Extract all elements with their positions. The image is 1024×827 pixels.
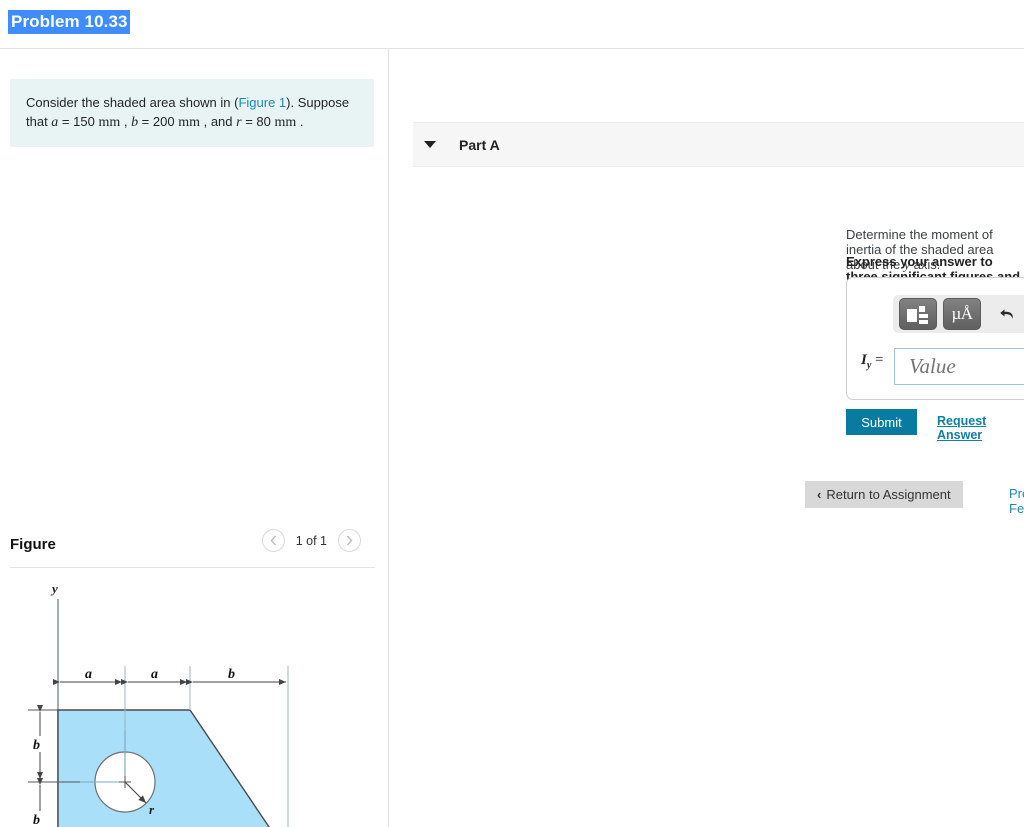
figure-next-button[interactable]: [338, 529, 361, 552]
value-a: = 150: [58, 114, 95, 129]
math-template-icon-num: [919, 314, 928, 318]
unit-r: mm: [274, 115, 297, 130]
answer-equals: =: [875, 352, 884, 368]
y-axis-label: y: [50, 581, 58, 596]
dim-label-b-topb: b: [228, 667, 235, 682]
title-bar: Problem 10.33: [0, 0, 1024, 48]
statement-text-1: Consider the shaded area shown in (: [26, 95, 239, 110]
answer-widget: µÅ ] ? Iy =: [846, 277, 1024, 400]
unit-a: mm: [98, 115, 121, 130]
undo-icon[interactable]: [999, 307, 1015, 321]
figure-pagination: 1 of 1: [261, 529, 361, 552]
variable-b: b: [131, 115, 139, 130]
figure-title: Figure: [10, 535, 56, 553]
value-b: = 200: [138, 114, 175, 129]
chevron-left-icon: [270, 535, 276, 546]
math-template-icon-sq: [919, 306, 925, 312]
problem-statement: Consider the shaded area shown in (Figur…: [10, 79, 374, 147]
figure-link[interactable]: Figure 1: [238, 95, 286, 110]
page-title: Problem 10.33: [8, 10, 130, 34]
answer-value-input[interactable]: [894, 348, 1024, 385]
statement-text-2: ). Suppose: [286, 95, 350, 110]
statement-text-3: that: [26, 114, 52, 129]
math-template-icon: [907, 309, 917, 322]
left-panel: Consider the shaded area shown in (Figur…: [0, 49, 389, 827]
part-a-label: Part A: [459, 136, 500, 153]
dim-label-b2: b: [33, 813, 40, 827]
request-answer-link[interactable]: Request Answer: [937, 414, 1024, 442]
dim-label-b1: b: [33, 738, 40, 753]
separator-1: ,: [120, 114, 132, 129]
figure-prev-button[interactable]: [261, 529, 285, 552]
statement-period: .: [296, 114, 304, 129]
figure-divider: [10, 567, 375, 568]
math-template-icon-den: [919, 320, 928, 324]
right-panel: Part A Determine the moment of inertia o…: [390, 49, 1024, 827]
shaded-trapezoid: [57, 709, 270, 827]
part-a-header[interactable]: Part A: [413, 122, 1024, 167]
answer-symbol-label: Iy =: [861, 352, 884, 371]
chevron-left-icon: ‹: [817, 487, 822, 502]
dim-label-a1b: a: [85, 667, 92, 682]
figure-header: Figure 1 of 1: [0, 519, 375, 569]
content-area: Consider the shaded area shown in (Figur…: [0, 48, 1024, 827]
units-button[interactable]: µÅ: [943, 298, 981, 330]
chevron-down-icon[interactable]: [424, 141, 436, 148]
separator-2: , and: [199, 114, 237, 129]
return-to-assignment-button[interactable]: ‹ Return to Assignment: [805, 481, 963, 508]
answer-subscript: y: [866, 360, 872, 371]
value-r: = 80: [241, 114, 271, 129]
math-toolbar: µÅ ] ?: [893, 295, 1024, 333]
figure-count-label: 1 of 1: [295, 533, 327, 548]
provide-feedback-link[interactable]: Provide Feedback: [1009, 486, 1024, 516]
chevron-right-icon: [346, 535, 353, 546]
math-template-button[interactable]: [899, 298, 937, 330]
figure-diagram: y x r: [28, 581, 289, 827]
units-button-label: µÅ: [951, 304, 973, 323]
unit-b: mm: [178, 115, 200, 130]
dim-label-a2b: a: [151, 667, 158, 682]
submit-button[interactable]: Submit: [846, 409, 917, 435]
return-to-assignment-label: Return to Assignment: [826, 487, 951, 502]
